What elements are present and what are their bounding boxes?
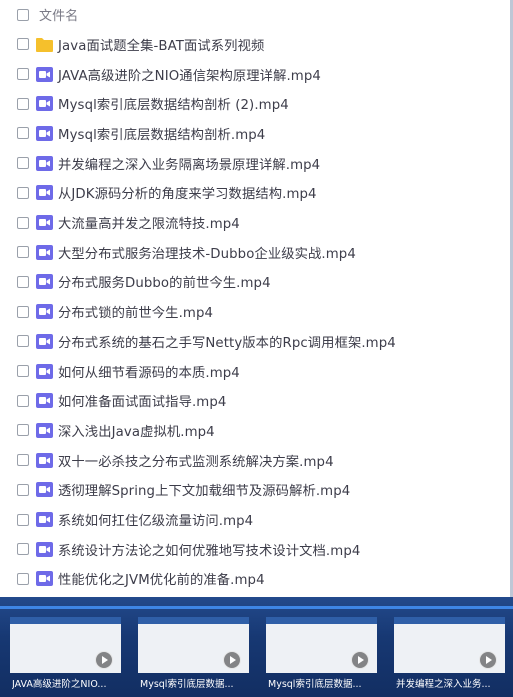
row-checkbox[interactable] — [17, 454, 29, 467]
file-name[interactable]: 深入浅出Java虚拟机.mp4 — [58, 421, 215, 440]
video-file-icon — [36, 66, 53, 82]
file-row[interactable]: 分布式系统的基石之手写Netty版本的Rpc调用框架.mp4 — [0, 327, 513, 357]
video-file-icon — [36, 541, 53, 557]
video-thumbnail[interactable] — [394, 617, 505, 673]
file-row[interactable]: 如何准备面试面试指导.mp4 — [0, 386, 513, 416]
play-icon[interactable] — [223, 651, 241, 669]
file-name[interactable]: Mysql索引底层数据结构剖析 (2).mp4 — [58, 94, 289, 113]
file-row[interactable]: 透彻理解Spring上下文加载细节及源码解析.mp4 — [0, 475, 513, 505]
video-file-icon — [36, 452, 53, 468]
file-row[interactable]: 系统如何扛住亿级流量访问.mp4 — [0, 505, 513, 535]
row-checkbox[interactable] — [17, 246, 29, 259]
video-thumbnail[interactable] — [138, 617, 249, 673]
file-row[interactable]: 如何从细节看源码的本质.mp4 — [0, 356, 513, 386]
video-file-icon — [36, 96, 53, 112]
row-checkbox[interactable] — [17, 394, 29, 407]
file-name[interactable]: 大流量高并发之限流特技.mp4 — [58, 213, 240, 232]
folder-icon — [36, 37, 53, 52]
row-checkbox[interactable] — [17, 335, 29, 348]
file-row[interactable]: Mysql索引底层数据结构剖析 (2).mp4 — [0, 89, 513, 119]
file-list: 文件名 Java面试题全集-BAT面试系列视频 JAVA高级进阶之NIO通信架构原… — [0, 0, 513, 597]
file-row[interactable]: 双十一必杀技之分布式监测系统解决方案.mp4 — [0, 445, 513, 475]
video-file-icon — [36, 274, 53, 290]
file-name[interactable]: 并发编程之深入业务隔离场景原理详解.mp4 — [58, 154, 320, 173]
file-name[interactable]: JAVA高级进阶之NIO通信架构原理详解.mp4 — [58, 65, 321, 84]
file-row[interactable]: JAVA高级进阶之NIO通信架构原理详解.mp4 — [0, 59, 513, 89]
row-checkbox[interactable] — [17, 216, 29, 229]
row-checkbox[interactable] — [17, 543, 29, 556]
file-name[interactable]: 如何准备面试面试指导.mp4 — [58, 391, 226, 410]
file-row[interactable]: 性能优化之JVM优化前的准备.mp4 — [0, 564, 513, 594]
video-thumbnail[interactable] — [10, 617, 121, 673]
file-name[interactable]: 分布式锁的前世今生.mp4 — [58, 302, 213, 321]
row-checkbox[interactable] — [17, 97, 29, 110]
file-row[interactable]: 分布式服务Dubbo的前世今生.mp4 — [0, 267, 513, 297]
row-checkbox[interactable] — [17, 275, 29, 288]
file-name[interactable]: 从JDK源码分析的角度来学习数据结构.mp4 — [58, 183, 317, 202]
thumbnail-label: 并发编程之深入业务... — [396, 679, 491, 690]
row-checkbox[interactable] — [17, 157, 29, 170]
row-checkbox[interactable] — [17, 305, 29, 318]
thumbnail-label: Mysql索引底层数据... — [268, 679, 362, 690]
play-icon[interactable] — [351, 651, 369, 669]
file-row[interactable]: 深入浅出Java虚拟机.mp4 — [0, 416, 513, 446]
file-name[interactable]: 分布式系统的基石之手写Netty版本的Rpc调用框架.mp4 — [58, 332, 396, 351]
file-row[interactable]: 并发编程之深入业务隔离场景原理详解.mp4 — [0, 148, 513, 178]
row-checkbox[interactable] — [17, 68, 29, 81]
row-checkbox[interactable] — [17, 483, 29, 496]
play-icon[interactable] — [479, 651, 497, 669]
video-file-icon — [36, 333, 53, 349]
row-checkbox[interactable] — [17, 365, 29, 378]
file-name[interactable]: 如何从细节看源码的本质.mp4 — [58, 362, 240, 381]
thumbnail-titlebar — [266, 617, 377, 624]
video-file-icon — [36, 571, 53, 587]
video-file-icon — [36, 185, 53, 201]
file-name[interactable]: 透彻理解Spring上下文加载细节及源码解析.mp4 — [58, 480, 350, 499]
thumbnail-titlebar — [138, 617, 249, 624]
file-name[interactable]: 性能优化之JVM优化前的准备.mp4 — [58, 569, 265, 588]
strip-accent-line — [0, 606, 513, 609]
file-name[interactable]: 大型分布式服务治理技术-Dubbo企业级实战.mp4 — [58, 243, 356, 262]
row-checkbox[interactable] — [17, 513, 29, 526]
row-checkbox[interactable] — [17, 38, 29, 51]
video-file-icon — [36, 482, 53, 498]
file-list-header: 文件名 — [0, 0, 513, 30]
thumbnail-label: JAVA高级进阶之NIO... — [12, 679, 107, 690]
video-file-icon — [36, 215, 53, 231]
row-checkbox[interactable] — [17, 127, 29, 140]
row-checkbox[interactable] — [17, 572, 29, 585]
file-row[interactable]: 分布式锁的前世今生.mp4 — [0, 297, 513, 327]
file-name[interactable]: 系统设计方法论之如何优雅地写技术设计文档.mp4 — [58, 540, 360, 559]
video-file-icon — [36, 244, 53, 260]
column-header-filename[interactable]: 文件名 — [39, 5, 78, 24]
play-icon[interactable] — [95, 651, 113, 669]
file-name[interactable]: 分布式服务Dubbo的前世今生.mp4 — [58, 272, 271, 291]
thumbnail-titlebar — [10, 617, 121, 624]
file-row[interactable]: Mysql索引底层数据结构剖析.mp4 — [0, 119, 513, 149]
file-row[interactable]: 系统设计方法论之如何优雅地写技术设计文档.mp4 — [0, 534, 513, 564]
file-name[interactable]: Java面试题全集-BAT面试系列视频 — [58, 35, 264, 54]
file-row[interactable]: 大流量高并发之限流特技.mp4 — [0, 208, 513, 238]
video-file-icon — [36, 363, 53, 379]
video-file-icon — [36, 422, 53, 438]
select-all-checkbox[interactable] — [17, 8, 29, 21]
file-row[interactable]: 从JDK源码分析的角度来学习数据结构.mp4 — [0, 178, 513, 208]
file-row[interactable]: 大型分布式服务治理技术-Dubbo企业级实战.mp4 — [0, 237, 513, 267]
file-name[interactable]: Mysql索引底层数据结构剖析.mp4 — [58, 124, 265, 143]
folder-row[interactable]: Java面试题全集-BAT面试系列视频 — [0, 30, 513, 60]
video-file-icon — [36, 125, 53, 141]
thumbnail-titlebar — [394, 617, 505, 624]
file-name[interactable]: 双十一必杀技之分布式监测系统解决方案.mp4 — [58, 451, 334, 470]
video-file-icon — [36, 304, 53, 320]
video-file-icon — [36, 393, 53, 409]
thumbnail-label: Mysql索引底层数据... — [140, 679, 234, 690]
video-file-icon — [36, 155, 53, 171]
row-checkbox[interactable] — [17, 424, 29, 437]
file-name[interactable]: 系统如何扛住亿级流量访问.mp4 — [58, 510, 253, 529]
video-thumbnail[interactable] — [266, 617, 377, 673]
row-checkbox[interactable] — [17, 186, 29, 199]
video-file-icon — [36, 512, 53, 528]
